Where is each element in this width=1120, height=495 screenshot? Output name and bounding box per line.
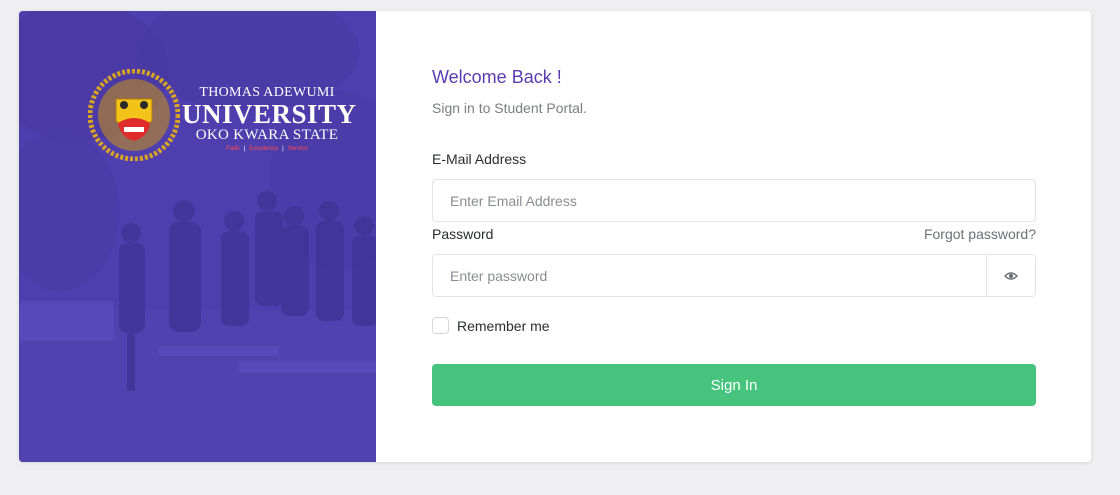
campus-photo-panel: THOMAS ADEWUMI UNIVERSITY OKO KWARA STAT…: [19, 11, 376, 462]
remember-me-label: Remember me: [457, 317, 550, 334]
motto-word: Faith: [226, 146, 240, 152]
eye-icon: [1004, 271, 1018, 280]
login-card: THOMAS ADEWUMI UNIVERSITY OKO KWARA STAT…: [19, 11, 1091, 462]
welcome-heading: Welcome Back !: [432, 67, 562, 87]
logo-line-3: OKO KWARA STATE: [195, 127, 339, 143]
password-input[interactable]: [432, 254, 987, 297]
motto-separator: |: [243, 146, 246, 152]
university-logo: THOMAS ADEWUMI UNIVERSITY OKO KWARA STAT…: [88, 69, 356, 169]
forgot-password-link[interactable]: Forgot password?: [924, 226, 1036, 242]
motto-word: Service: [287, 146, 308, 152]
remember-me-checkbox[interactable]: [432, 317, 449, 334]
motto-separator: |: [282, 146, 284, 152]
email-input[interactable]: [432, 179, 1036, 222]
password-toggle-button[interactable]: [986, 254, 1036, 297]
motto-word: Excellence: [249, 146, 279, 152]
university-name: THOMAS ADEWUMI UNIVERSITY OKO KWARA STAT…: [182, 85, 357, 152]
university-crest-icon: [88, 69, 180, 161]
email-label: E-Mail Address: [432, 151, 527, 167]
remember-me-row[interactable]: Remember me: [432, 317, 550, 334]
login-form-panel: Welcome Back ! Sign in to Student Portal…: [376, 11, 1091, 462]
logo-motto: Faith | Excellence | Service: [182, 146, 352, 152]
signin-subtitle: Sign in to Student Portal.: [432, 100, 587, 116]
sign-in-button[interactable]: Sign In: [432, 364, 1036, 406]
password-label: Password: [432, 226, 494, 242]
logo-line-2: UNIVERSITY: [182, 99, 357, 129]
